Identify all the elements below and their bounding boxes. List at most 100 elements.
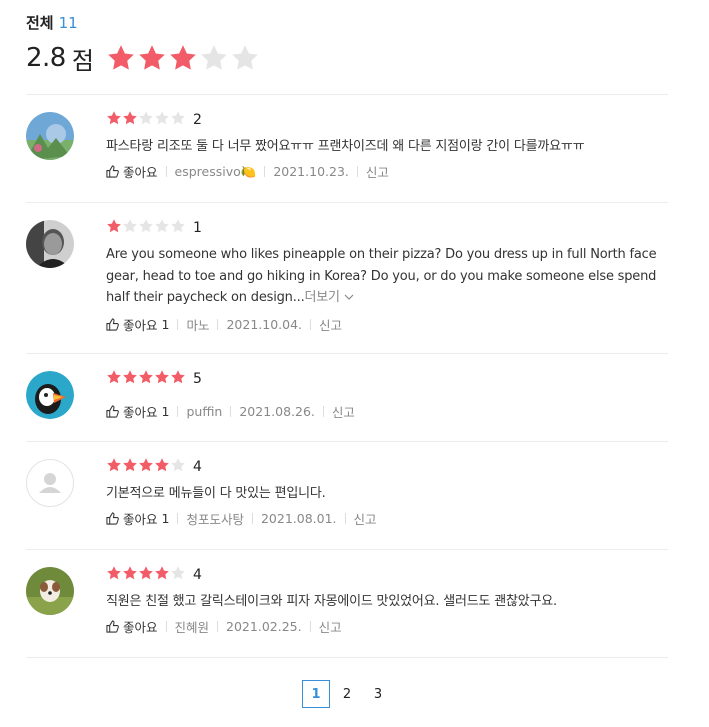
report-link[interactable]: 신고 [319,617,342,636]
like-button[interactable]: 좋아요 1 [106,509,169,528]
review-meta: 좋아요 1 청포도사탕 2021.08.01. 신고 [106,509,666,529]
separator [309,621,311,632]
more-label: 더보기 [304,290,340,305]
star-filled-icon [155,370,169,384]
thumbs-up-icon [106,165,119,178]
review-rating: 1 [106,218,666,238]
score-stars [106,43,261,73]
star-filled-icon [139,370,153,384]
like-label: 좋아요 [123,165,158,180]
page-button-2[interactable]: 2 [333,680,361,708]
review-date: 2021.10.23. [273,164,349,179]
avatar[interactable] [26,459,74,507]
like-button[interactable]: 좋아요 [106,617,158,636]
rating-stars [106,369,186,389]
like-button[interactable]: 좋아요 [106,162,158,181]
star-filled-icon [123,111,137,125]
star-filled-icon [155,566,169,580]
rating-stars [106,218,186,238]
review-item: 2 파스타랑 리조또 둘 다 너무 짰어요ㅠㅠ 프랜차이즈데 왜 다른 지점이랑… [26,94,668,202]
star-filled-icon [107,566,121,580]
star-empty-icon [139,111,153,125]
star-filled-icon [108,45,134,70]
star-filled-icon [107,111,121,125]
star-empty-icon [171,111,185,125]
review-text: 파스타랑 리조또 둘 다 너무 짰어요ㅠㅠ 프랜차이즈데 왜 다른 지점이랑 간… [106,139,585,154]
review-meta: 좋아요 1 마노 2021.10.04. 신고 [106,315,666,335]
total-count: 11 [58,14,78,32]
avatar[interactable] [26,567,74,615]
star-filled-icon [107,219,121,233]
star-filled-icon [155,458,169,472]
star-filled-icon [139,45,165,70]
separator [217,319,219,330]
avatar[interactable] [26,112,74,160]
rating-stars [106,565,186,585]
review-item: 4 직원은 친절 했고 갈릭스테이크와 피자 자몽에이드 맛있었어요. 샐러드도… [26,549,668,657]
puffin-logo-icon [26,371,74,419]
review-text-body: Are you someone who likes pineapple on t… [106,247,657,305]
review-text: 기본적으로 메뉴들이 다 맛있는 편입니다. [106,486,326,501]
person-photo-icon [26,220,74,268]
like-label: 좋아요 [123,404,158,420]
star-empty-icon [123,219,137,233]
star-filled-icon [123,370,137,384]
like-label: 좋아요 [123,512,158,527]
like-label: 좋아요 [123,620,158,635]
report-link[interactable]: 신고 [354,509,377,528]
separator [217,621,219,632]
landscape-photo-icon [26,112,74,160]
thumbs-up-icon [106,512,119,525]
review-item: 1 Are you someone who likes pineapple on… [26,202,668,353]
review-author[interactable]: puffin [186,404,222,419]
more-button[interactable]: 더보기 [305,290,354,305]
dog-photo-icon [26,567,74,615]
star-empty-icon [201,45,227,70]
separator [177,405,179,417]
review-item: 5 좋아요 1 puffin 2021.08.26. 신고 [26,353,668,441]
like-button[interactable]: 좋아요 1 [106,315,169,334]
star-filled-icon [139,566,153,580]
separator [177,319,179,330]
report-link[interactable]: 신고 [319,315,342,334]
thumbs-up-icon [106,620,119,633]
separator [251,513,253,524]
score-unit: 점 [71,46,94,75]
review-rating: 2 [106,110,666,130]
review-author[interactable]: 진혜원 [175,617,210,636]
like-count: 1 [161,511,170,526]
rating-stars [106,110,186,130]
review-meta: 좋아요 진혜원 2021.02.25. 신고 [106,617,666,637]
review-author[interactable]: 청포도사탕 [186,509,244,528]
review-meta: 좋아요 1 puffin 2021.08.26. 신고 [106,401,666,421]
separator [264,166,266,177]
like-count: 1 [161,317,170,332]
avatar[interactable] [26,371,74,419]
review-text: 직원은 친절 했고 갈릭스테이크와 피자 자몽에이드 맛있었어요. 샐러드도 괜… [106,594,557,609]
total-reviews-header: 전체 11 [26,12,78,33]
star-filled-icon [107,370,121,384]
rating-stars [106,457,186,477]
star-empty-icon [155,111,169,125]
total-label: 전체 [26,14,54,32]
chevron-down-icon [344,294,354,300]
report-link[interactable]: 신고 [366,162,389,181]
page-button-3[interactable]: 3 [364,680,392,708]
separator [310,319,312,330]
review-rating: 4 [106,565,666,585]
review-author[interactable]: espressivo🍋 [175,164,257,180]
star-empty-icon [139,219,153,233]
review-author[interactable]: 마노 [186,315,209,334]
score-value: 2.8 [26,43,66,73]
review-rating: 4 [106,457,666,477]
avatar[interactable] [26,220,74,268]
like-label: 좋아요 [123,318,158,333]
report-link[interactable]: 신고 [332,402,355,421]
like-count: 1 [161,403,170,419]
review-date: 2021.08.26. [239,403,315,419]
star-empty-icon [171,458,185,472]
like-button[interactable]: 좋아요 1 [106,402,169,421]
review-meta: 좋아요 espressivo🍋 2021.10.23. 신고 [106,162,666,182]
star-empty-icon [171,566,185,580]
page-button-1[interactable]: 1 [302,680,330,708]
